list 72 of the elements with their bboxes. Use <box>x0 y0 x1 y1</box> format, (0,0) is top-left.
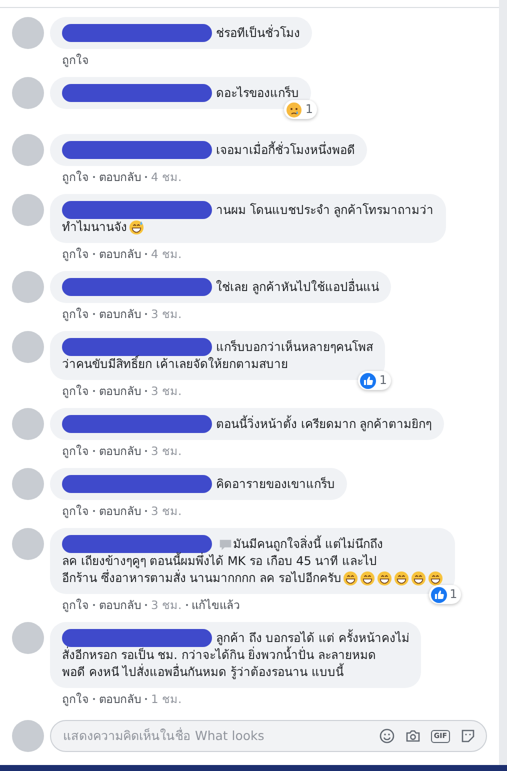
smiley-icon[interactable] <box>378 728 395 744</box>
comment-time: 4 ชม. <box>151 169 182 186</box>
camera-icon[interactable] <box>404 728 421 744</box>
comment-action-link[interactable]: ตอบกลับ <box>99 168 141 186</box>
comment-text: เจอมาเมื่อกี้ชั่วโมงหนึ่งพอดี <box>216 142 355 158</box>
comment-text: ทำไมนานจัง <box>62 219 127 236</box>
comment-action-link[interactable]: ถูกใจ <box>62 51 89 69</box>
comment-action-link[interactable]: ตอบกลับ <box>99 305 141 323</box>
comment-text: มันมีคนถูกใจสิ่งนี้ แต่ไม่นึกถึง <box>233 536 383 552</box>
comment-action-link[interactable]: ถูกใจ <box>62 168 89 186</box>
comment-text: อีกร้าน ซึ่งอาหารตามสั่ง นานมากกกก ลค รอไปอีกครับ <box>62 570 342 587</box>
comment-text: ใช่เลย ลูกค้าหันไปใช้แอปอื่นแน่ <box>216 278 379 296</box>
comment-action-link[interactable]: ถูกใจ <box>62 442 89 460</box>
comment-time: 3 ชม. <box>151 306 182 323</box>
avatar[interactable] <box>12 622 44 654</box>
sticker-icon[interactable] <box>460 728 476 744</box>
comment-action-link[interactable]: ถูกใจ <box>62 596 89 614</box>
comment-action-link[interactable]: ถูกใจ <box>62 245 89 263</box>
comment-text: พอดี คงหนี ไปสั่งแอพอื่นกันหมด รู้ว่าต้องรอนาน แบบนี้ <box>62 664 344 681</box>
comment-action-link[interactable]: ตอบกลับ <box>99 382 141 400</box>
comment-text: คิดอารายของเขาแกร็บ <box>216 476 335 492</box>
comment-text: ลูกค้า ถึง บอกรอได้ แต่ ครั้งหน้าคงไม่ <box>216 630 410 646</box>
comment-action-link[interactable]: ตอบกลับ <box>99 596 141 614</box>
avatar[interactable] <box>12 408 44 440</box>
crying-face-icon <box>286 102 302 118</box>
comment-text: านผม โดนแบชประจำ ลูกค้าโทรมาถามว่า <box>216 202 434 218</box>
reaction-number: 1 <box>305 101 313 118</box>
comment-time: 3 ชม. <box>151 443 182 460</box>
avatar[interactable] <box>12 528 44 560</box>
comment-text: ลค เถียงข้างๆคูๆ ตอนนี้ผมพึ่งได้ MK รอ เกือบ 45 นาที และไป <box>62 553 378 570</box>
grin-emoji-icon <box>343 571 358 586</box>
comment-text: ว่าคนขับมีสิทธิ์ยก เค้าเลยจัดให้ยกตามสบาย <box>62 356 288 373</box>
reaction-count[interactable]: 1 <box>284 100 317 119</box>
avatar[interactable] <box>12 271 44 303</box>
comment-text: ดอะไรของแกร็บ <box>216 84 299 102</box>
reaction-number: 1 <box>450 586 458 603</box>
comment-action-link[interactable]: ถูกใจ <box>62 502 89 520</box>
comment-time: 3 ชม. <box>151 383 182 400</box>
comment-action-link[interactable]: ตอบกลับ <box>99 690 141 708</box>
grin-emoji-icon <box>377 571 392 586</box>
comment-time: 3 ชม. <box>151 503 182 520</box>
reaction-number: 1 <box>379 372 387 389</box>
sweat-smile-emoji-icon <box>129 220 144 235</box>
comment-text: ช่รอทีเป็นชั่วโมง <box>216 24 300 42</box>
avatar[interactable] <box>12 17 44 49</box>
comment-time: 1 ชม. <box>151 691 182 708</box>
grin-emoji-icon <box>411 571 426 586</box>
comment-action-link[interactable]: ตอบกลับ <box>99 502 141 520</box>
avatar[interactable] <box>12 77 44 109</box>
reaction-count[interactable]: 1 <box>358 371 391 390</box>
comment-action-link[interactable]: ตอบกลับ <box>99 245 141 263</box>
avatar[interactable] <box>12 134 44 166</box>
comment-time: 3 ชม. <box>151 597 182 614</box>
comment-action-link[interactable]: แก้ไขแล้ว <box>192 596 240 614</box>
comment-text: สั่งอีกหรอก รอเป็น ชม. กว่าจะได้กิน ยิ่งพวกน้ำปั่น ละลายหมด <box>62 647 376 663</box>
scrollbar-track[interactable] <box>499 0 507 765</box>
avatar[interactable] <box>12 331 44 363</box>
grin-emoji-icon <box>360 571 376 586</box>
comment-action-link[interactable]: ถูกใจ <box>62 382 89 400</box>
grin-emoji-icon <box>394 571 410 586</box>
comment-text: ตอนนี้วิ่งหน้าตั้ง เครียดมาก ลูกค้าตามยิกๆ <box>216 416 432 432</box>
comment-time: 4 ชม. <box>151 246 182 263</box>
comment-action-link[interactable]: ตอบกลับ <box>99 442 141 460</box>
grin-emoji-icon <box>428 571 444 586</box>
comment-text: แกร็บบอกว่าเห็นหลายๆคนโพส <box>216 338 373 356</box>
thumbs-up-icon <box>360 372 376 388</box>
avatar <box>12 720 44 752</box>
thumbs-up-icon <box>430 586 447 602</box>
comment-action-link[interactable]: ถูกใจ <box>62 690 89 708</box>
avatar[interactable] <box>12 468 44 500</box>
comment-action-link[interactable]: ถูกใจ <box>62 305 89 323</box>
avatar[interactable] <box>12 194 44 226</box>
